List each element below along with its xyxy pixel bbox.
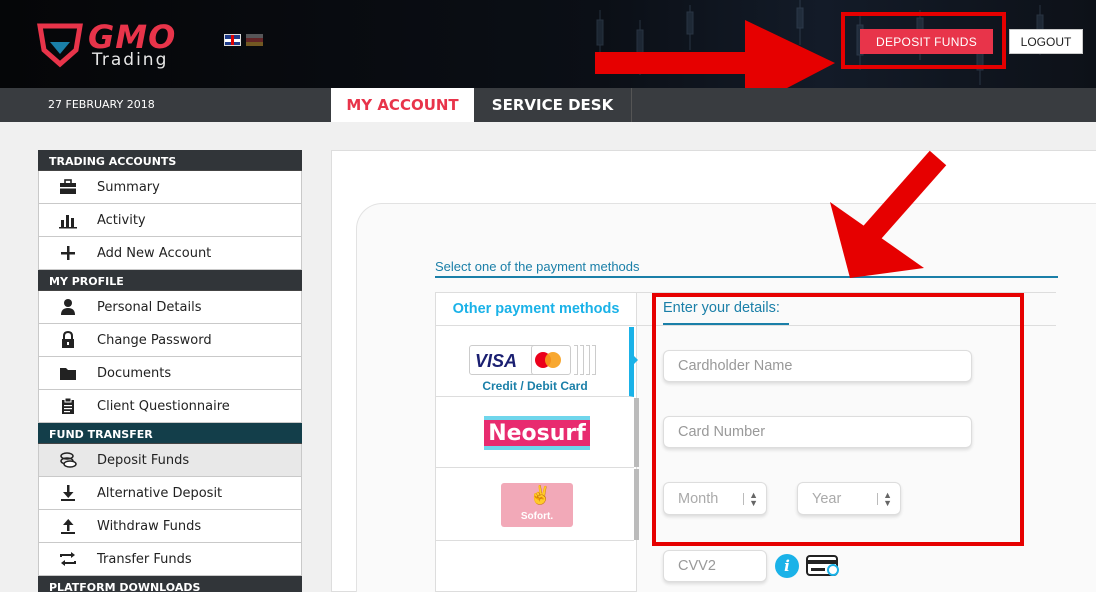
sidebar-item-label: Summary [97,179,160,195]
tab-my-account[interactable]: MY ACCOUNT [331,88,474,122]
sidebar-item-label: Alternative Deposit [97,485,223,501]
heading-underline [435,276,1058,278]
card-stack-edge [586,345,590,375]
download-icon [61,485,75,501]
sidebar-item-withdraw-funds[interactable]: Withdraw Funds [38,510,302,543]
method-sofort[interactable]: ✌ Sofort. [436,469,639,541]
sidebar-item-documents[interactable]: Documents [38,357,302,390]
sidebar-item-label: Documents [97,365,172,381]
lock-icon [62,331,74,348]
sofort-logo: ✌ Sofort. [501,483,573,527]
sidebar-item-label: Personal Details [97,299,202,315]
sidebar-item-personal-details[interactable]: Personal Details [38,291,302,324]
plus-icon [61,246,75,260]
method-label: Credit / Debit Card [482,379,588,393]
section-trading-accounts: TRADING ACCOUNTS [38,150,302,171]
nav-bar: 27 FEBRUARY 2018 MY ACCOUNT SERVICE DESK [0,88,1096,122]
logout-button[interactable]: LOGOUT [1009,29,1083,54]
highlight-box-deposit [841,12,1006,69]
card-stack-edge [592,345,596,375]
sidebar-item-transfer-funds[interactable]: Transfer Funds [38,543,302,576]
brand-logo[interactable]: GMO Trading [36,18,216,72]
sidebar-item-label: Change Password [97,332,212,348]
card-stack-edge [580,345,584,375]
cvv-field[interactable] [663,550,767,582]
payment-methods-list: Other payment methods VISA Credit / Debi… [435,292,639,592]
sidebar-item-summary[interactable]: Summary [38,171,302,204]
upload-icon [61,519,75,534]
coins-icon [60,452,77,468]
highlight-box-details [652,293,1024,546]
card-cvv-icon [806,555,839,576]
clipboard-icon [62,397,74,414]
sofort-hand-icon: ✌ [529,485,552,505]
method-credit-card[interactable]: VISA Credit / Debit Card [436,327,634,397]
folder-icon [60,368,76,380]
method-neosurf[interactable]: Neosurf [436,398,639,468]
briefcase-icon [60,179,76,194]
visa-logo-text: VISA [475,351,518,371]
german-flag-icon[interactable] [246,34,263,46]
section-platform-downloads: PLATFORM DOWNLOADS [38,576,302,592]
section-my-profile: MY PROFILE [38,270,302,291]
info-icon[interactable]: i [775,554,799,578]
sidebar-item-questionnaire[interactable]: Client Questionnaire [38,390,302,423]
payment-methods-heading: Select one of the payment methods [435,259,640,274]
bar-chart-icon [59,215,77,229]
other-methods-title: Other payment methods [436,293,636,326]
sofort-logo-text: Sofort. [520,511,554,522]
red-arrow-down-left-icon [830,150,947,278]
shield-logo-icon [37,23,83,68]
tab-service-desk[interactable]: SERVICE DESK [474,88,632,122]
sidebar-item-label: Transfer Funds [97,551,192,567]
sidebar-item-label: Withdraw Funds [97,518,202,534]
mastercard-logo [531,345,571,375]
english-flag-icon[interactable] [224,34,241,46]
sidebar-item-add-account[interactable]: Add New Account [38,237,302,270]
sidebar-item-alternative-deposit[interactable]: Alternative Deposit [38,477,302,510]
sidebar-item-change-password[interactable]: Change Password [38,324,302,357]
sidebar-item-activity[interactable]: Activity [38,204,302,237]
sidebar-item-label: Deposit Funds [97,452,190,468]
visa-logo: VISA [469,345,539,375]
sidebar-item-deposit-funds[interactable]: Deposit Funds [38,444,302,477]
user-icon [61,299,75,315]
card-stack-edge [574,345,578,375]
sidebar-item-label: Activity [97,212,146,228]
transfer-icon [60,552,76,566]
sidebar-item-label: Add New Account [97,245,212,261]
current-date: 27 FEBRUARY 2018 [48,98,155,111]
section-fund-transfer: FUND TRANSFER [38,423,302,444]
sidebar: TRADING ACCOUNTS Summary Activity Add Ne… [38,150,302,592]
logo-subtext: Trading [92,50,169,70]
sidebar-item-label: Client Questionnaire [97,398,230,414]
neosurf-logo: Neosurf [484,416,590,450]
